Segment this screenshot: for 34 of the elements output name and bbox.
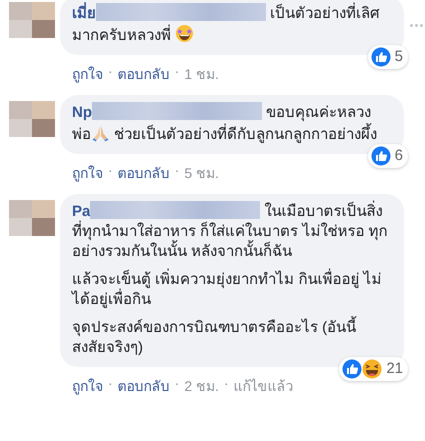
avatar-placeholder [9, 101, 55, 137]
comment-text: แล้วจะเข็นตู้ เพิ่มความยุ่งยากทำไม กินเพื่ออยู่ ไม่ได้อยู่เพื่อกิน [72, 270, 390, 310]
avatar-placeholder [9, 200, 55, 236]
action-link[interactable]: ตอบกลับ [118, 63, 170, 85]
reaction-count: 21 [386, 359, 403, 379]
more-options-icon[interactable] [410, 24, 423, 27]
separator-dot: · [108, 375, 113, 393]
reaction-count: 6 [394, 146, 403, 166]
author-name[interactable]: Np [72, 104, 92, 121]
timestamp: 1 ชม. [184, 65, 219, 84]
comment-text: Np ขอบคุณค่ะหลวงพ่อ ช่วยเป็นตัวอย่างที่ดีกับลูกนกลูกกาอย่างผึ้ง [72, 102, 378, 145]
separator-dot: · [224, 375, 229, 393]
action-link[interactable]: ถูกใจ [72, 375, 103, 397]
timestamp: 2 ชม. [184, 377, 219, 396]
timestamp: 5 ชม. [184, 164, 219, 183]
action-link[interactable]: ตอบกลับ [118, 162, 170, 184]
action-link[interactable]: ถูกใจ [72, 162, 103, 184]
author-name[interactable]: Pa [72, 203, 90, 220]
action-link[interactable]: ถูกใจ [72, 63, 103, 85]
comment-text: Pa ในเมือบาตรเป็นสิ่งที่ทุกนำมาใส่อาหาร ก็ใส่แค่ในบาตร ไม่ใช่หรอ ทุกอย่างรวมกันในนั้น หลังจากนั้นก็ฉัน [72, 201, 390, 262]
separator-dot: · [108, 162, 113, 180]
separator-dot: · [108, 63, 113, 81]
avatar-placeholder [9, 2, 55, 38]
separator-dot: · [174, 162, 180, 180]
action-link[interactable]: ตอบกลับ [118, 375, 170, 397]
comment-text: เมี่ย เป็นตัวอย่างที่เลิศมากครับหลวงพี่ [72, 3, 390, 46]
praying-hands-icon [91, 123, 110, 142]
comment-text: จุดประสงค์ของการบิณฑบาตรคืออะไร (อันนี้สงสัยจริงๆ) [72, 318, 390, 358]
separator-dot: · [174, 63, 180, 81]
star-eyes-emoji-icon [175, 24, 194, 43]
laughing-face-icon [362, 359, 382, 379]
timestamp: แก้ไขแล้ว [234, 377, 294, 396]
separator-dot: · [174, 375, 180, 393]
reaction-count: 5 [394, 47, 403, 67]
